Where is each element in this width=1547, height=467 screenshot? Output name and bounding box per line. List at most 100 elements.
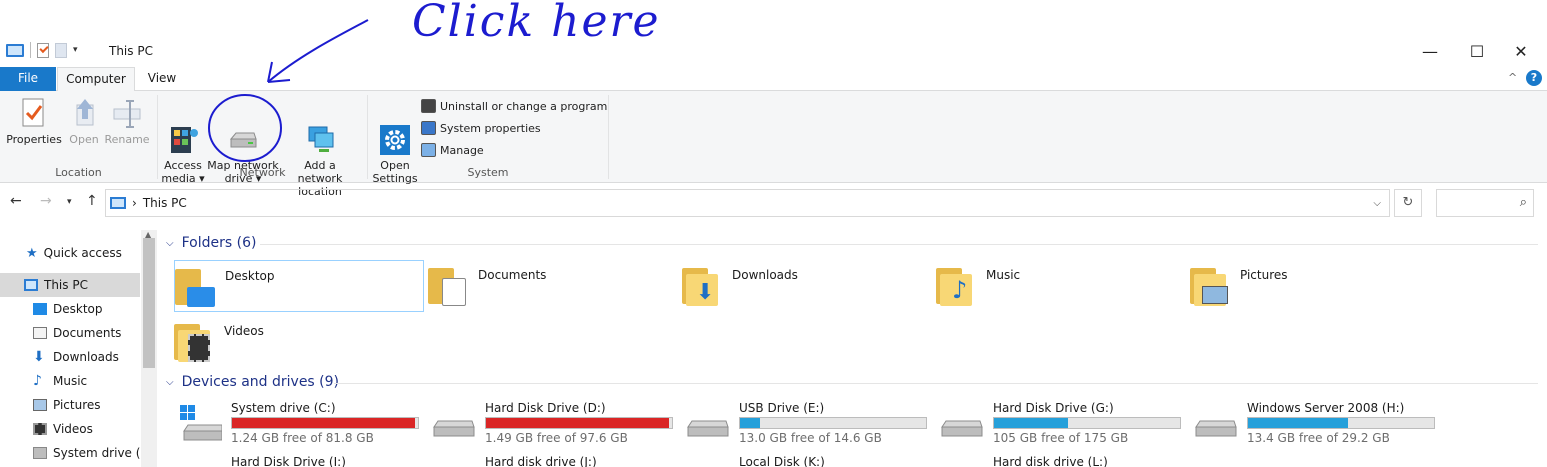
sidebar-item-label: Quick access	[43, 246, 122, 260]
drive-name: Hard Disk Drive (I:)	[231, 455, 346, 467]
sidebar-item-quick-access[interactable]: ★ Quick access	[0, 241, 140, 265]
folder-name: Desktop	[225, 269, 275, 283]
drive-tile-c[interactable]: System drive (C:) 1.24 GB free of 81.8 G…	[174, 401, 424, 451]
breadcrumb-separator[interactable]: ›	[132, 196, 137, 210]
forward-arrow-icon[interactable]: →	[40, 193, 52, 209]
collapse-chevron-icon[interactable]: ⌵	[166, 377, 174, 388]
drive-icon	[33, 447, 47, 459]
close-button[interactable]: ✕	[1498, 40, 1544, 62]
tab-file[interactable]: File	[0, 67, 56, 91]
rename-button[interactable]: Rename	[104, 97, 150, 146]
drive-tile-l[interactable]: Hard disk drive (L:)	[936, 455, 1186, 467]
properties-icon	[19, 97, 49, 129]
system-properties-button[interactable]: System properties	[421, 119, 541, 137]
drive-tile-g[interactable]: Hard Disk Drive (G:) 105 GB free of 175 …	[936, 401, 1186, 451]
breadcrumb-this-pc[interactable]: This PC	[143, 196, 187, 210]
new-folder-quick-icon[interactable]	[55, 42, 67, 58]
quick-access-toolbar: ▾	[6, 42, 78, 58]
network-drive-icon	[228, 110, 258, 148]
drive-tile-h[interactable]: Windows Server 2008 (H:) 13.4 GB free of…	[1190, 401, 1440, 451]
navigation-bar: ← → ▾ ↑ › This PC ⌵ ↻ ⌕	[0, 189, 1547, 217]
up-arrow-icon[interactable]: ↑	[86, 193, 98, 209]
star-icon: ★	[26, 245, 38, 261]
folders-section-header[interactable]: ⌵ Folders (6)	[166, 235, 256, 251]
sidebar-item-music[interactable]: ♪ Music	[0, 369, 140, 393]
properties-button[interactable]: Properties	[6, 97, 62, 146]
sidebar-item-label: System drive (C:	[53, 446, 140, 460]
folder-tile-music[interactable]: ♪ Music	[936, 260, 1186, 312]
drive-usage-bar	[739, 417, 927, 429]
sidebar-item-label: Downloads	[53, 350, 119, 364]
sidebar-item-pictures[interactable]: Pictures	[0, 393, 140, 417]
sidebar-scrollbar[interactable]: ▲	[141, 230, 157, 467]
videos-folder-icon	[174, 320, 214, 364]
drive-tile-e[interactable]: USB Drive (E:) 13.0 GB free of 14.6 GB	[682, 401, 932, 451]
videos-icon	[33, 423, 47, 435]
drive-usage-bar	[231, 417, 419, 429]
drive-tile-j[interactable]: Hard disk drive (J:)	[428, 455, 678, 467]
drive-tile-k[interactable]: Local Disk (K:)	[682, 455, 932, 467]
sidebar-item-downloads[interactable]: ⬇ Downloads	[0, 345, 140, 369]
sidebar-item-label: Desktop	[53, 302, 103, 316]
address-bar[interactable]: › This PC ⌵	[105, 189, 1390, 217]
uninstall-program-button[interactable]: Uninstall or change a program	[421, 97, 607, 115]
drive-usage-fill	[740, 418, 761, 428]
recent-locations-chevron-icon[interactable]: ▾	[67, 197, 72, 207]
sidebar-item-desktop[interactable]: Desktop	[0, 297, 140, 321]
open-button[interactable]: Open	[66, 97, 102, 146]
minimize-button[interactable]: —	[1407, 40, 1453, 62]
folder-name: Pictures	[1240, 268, 1288, 282]
customize-toolbar-chevron-icon[interactable]: ▾	[73, 45, 78, 55]
maximize-button[interactable]: ☐	[1454, 40, 1500, 62]
refresh-icon: ↻	[1402, 195, 1414, 210]
address-dropdown-chevron-icon[interactable]: ⌵	[1373, 198, 1381, 209]
drive-usage-bar	[993, 417, 1181, 429]
hard-disk-icon	[1194, 415, 1237, 439]
sidebar-item-documents[interactable]: Documents	[0, 321, 140, 345]
drive-usage-fill	[1248, 418, 1349, 428]
location-group-label: Location	[55, 166, 102, 179]
sidebar-item-videos[interactable]: Videos	[0, 417, 140, 441]
sidebar-item-this-pc[interactable]: This PC	[0, 273, 140, 297]
pictures-icon	[33, 399, 47, 411]
desktop-icon	[33, 303, 47, 315]
downloads-folder-icon: ⬇	[682, 264, 722, 308]
folder-tile-pictures[interactable]: Pictures	[1190, 260, 1440, 312]
sidebar-item-system-drive[interactable]: System drive (C:	[0, 441, 140, 465]
navigation-pane: ★ Quick access This PC Desktop Documents…	[0, 230, 157, 467]
usb-drive-icon	[686, 415, 729, 439]
hard-disk-icon	[432, 415, 475, 439]
folder-tile-documents[interactable]: Documents	[428, 260, 678, 312]
back-arrow-icon[interactable]: ←	[10, 193, 22, 209]
properties-quick-icon[interactable]	[37, 42, 49, 58]
section-title: Devices and drives (9)	[181, 374, 340, 390]
drives-section-header[interactable]: ⌵ Devices and drives (9)	[166, 374, 339, 390]
help-icon[interactable]: ?	[1526, 70, 1542, 86]
window-title: This PC	[109, 44, 153, 58]
drive-tile-d[interactable]: Hard Disk Drive (D:) 1.49 GB free of 97.…	[428, 401, 678, 451]
folder-tile-videos[interactable]: Videos	[174, 316, 424, 368]
title-bar: ▾ This PC — ☐ ✕	[0, 0, 1547, 66]
open-label: Open	[69, 133, 99, 146]
system-group-label: System	[467, 166, 509, 179]
collapse-chevron-icon[interactable]: ⌵	[166, 238, 174, 249]
scrollbar-thumb[interactable]	[143, 238, 155, 368]
uninstall-icon	[421, 99, 436, 113]
tab-view[interactable]: View	[137, 67, 187, 91]
folder-tile-desktop[interactable]: Desktop	[174, 260, 424, 312]
tab-computer[interactable]: Computer	[57, 67, 135, 92]
rename-label: Rename	[104, 133, 150, 146]
search-icon: ⌕	[1519, 195, 1527, 210]
documents-icon	[33, 327, 47, 339]
drive-free-space: 1.24 GB free of 81.8 GB	[231, 431, 374, 445]
music-folder-icon: ♪	[936, 264, 976, 308]
search-input[interactable]: ⌕	[1436, 189, 1534, 217]
refresh-button[interactable]: ↻	[1394, 189, 1422, 217]
drive-free-space: 13.0 GB free of 14.6 GB	[739, 431, 882, 445]
drive-tile-i[interactable]: Hard Disk Drive (I:)	[174, 455, 424, 467]
sidebar-item-label: This PC	[44, 278, 88, 292]
folder-tile-downloads[interactable]: ⬇ Downloads	[682, 260, 932, 312]
expand-ribbon-chevron-icon[interactable]: ^	[1508, 71, 1517, 84]
add-network-location-button[interactable]: Add a network location	[281, 97, 359, 198]
manage-button[interactable]: Manage	[421, 141, 484, 159]
